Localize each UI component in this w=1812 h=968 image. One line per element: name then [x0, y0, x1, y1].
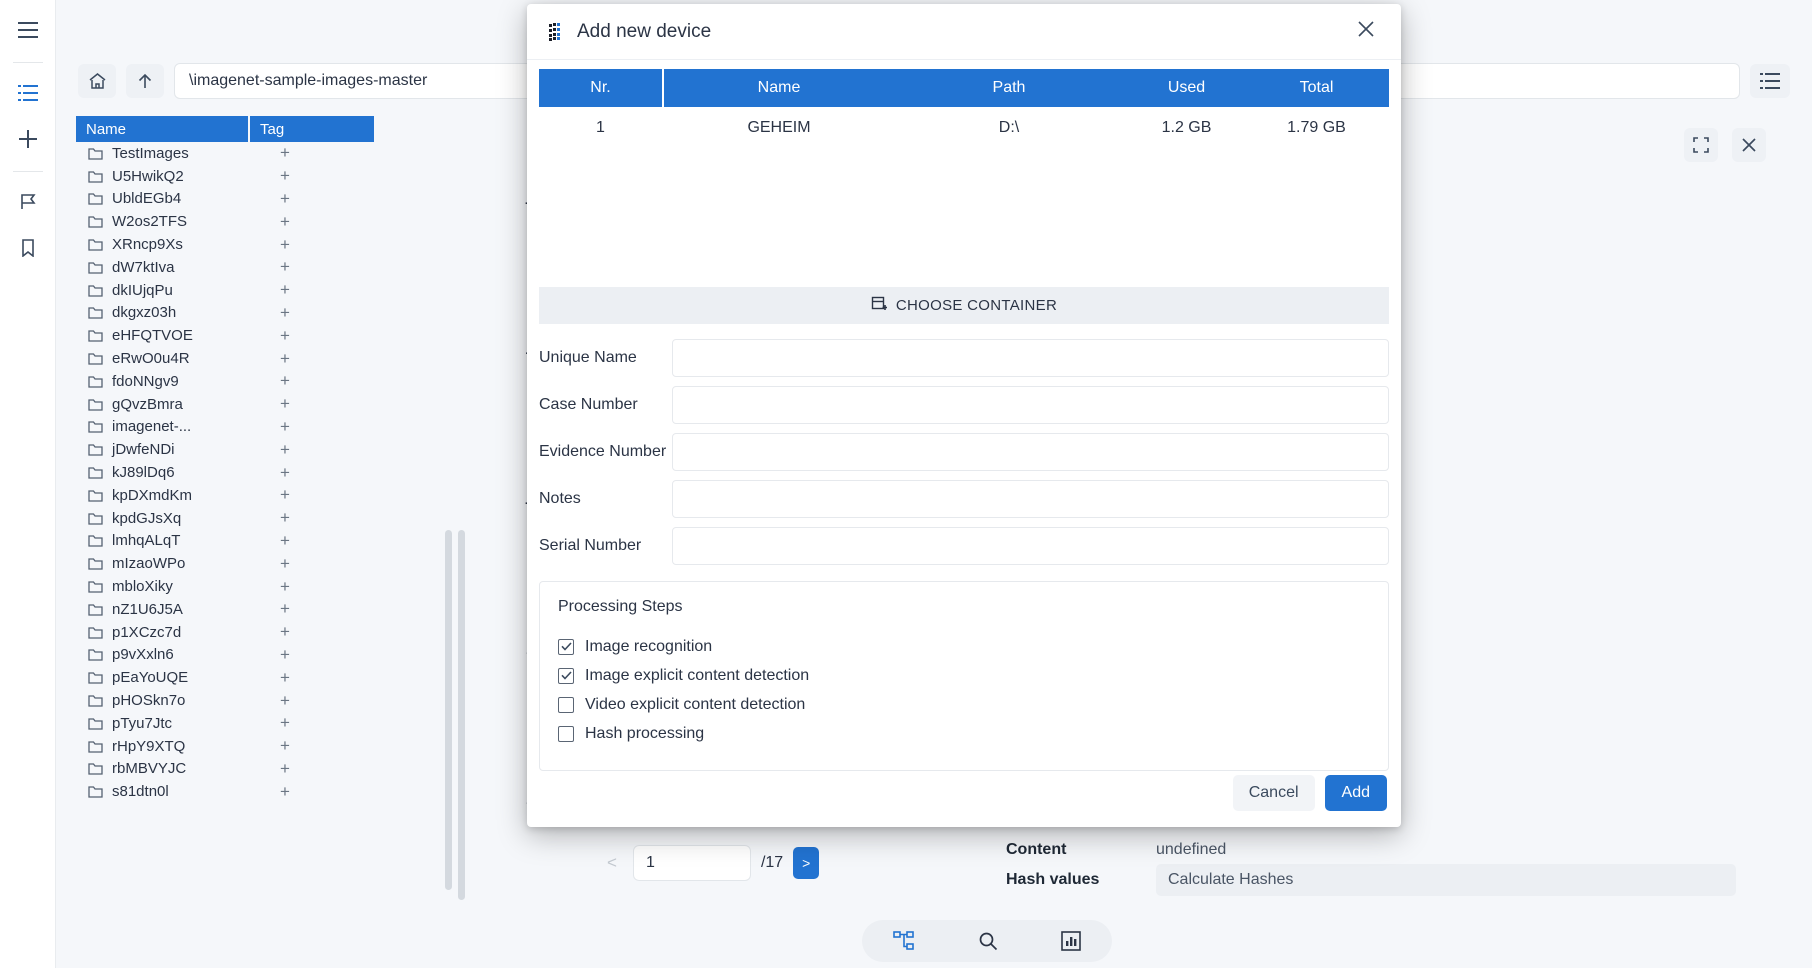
device-table-body: 1 GEHEIM D:\ 1.2 GB 1.79 GB [539, 107, 1389, 287]
dialog-title: Add new device [577, 20, 712, 42]
processing-steps-group: Processing Steps Image recognition Image … [539, 581, 1389, 771]
processing-step-label: Image explicit content detection [585, 666, 810, 684]
dialog-footer: Cancel Add [527, 775, 1401, 827]
device-form: Unique Name Case Number Evidence Number Not… [527, 324, 1401, 569]
processing-step[interactable]: Image recognition [558, 632, 1370, 661]
device-col-total: Total [1299, 79, 1334, 96]
checkbox-unchecked-icon[interactable] [558, 725, 574, 742]
device-path: D:\ [998, 119, 1020, 136]
device-table-header: Nr. Name Path Used Total [539, 69, 1389, 107]
evidence-number-input[interactable] [672, 432, 1389, 471]
processing-steps-title: Processing Steps [558, 598, 683, 615]
cancel-button[interactable]: Cancel [1232, 775, 1315, 811]
form-row: Serial Number [539, 522, 1389, 569]
serial-number-input[interactable] [672, 526, 1389, 565]
app-root: \imagenet-sample-images-master Name ⌄ Ta… [0, 0, 1812, 968]
close-icon[interactable] [1351, 14, 1381, 49]
checkbox-checked-icon[interactable] [558, 638, 574, 655]
choose-container-button[interactable]: CHOOSE CONTAINER [539, 287, 1389, 324]
app-logo-icon [547, 22, 565, 42]
device-col-used: Used [1167, 79, 1206, 96]
unique-name-input[interactable] [672, 338, 1389, 377]
checkbox-checked-icon[interactable] [558, 667, 574, 684]
notes-input[interactable] [672, 479, 1389, 518]
add-button[interactable]: Add [1324, 775, 1387, 811]
device-row[interactable]: 1 GEHEIM D:\ 1.2 GB 1.79 GB [539, 107, 1389, 149]
checkbox-unchecked-icon[interactable] [558, 696, 574, 713]
device-used: 1.2 GB [1161, 119, 1212, 136]
container-add-icon [871, 296, 888, 316]
processing-step[interactable]: Video explicit content detection [558, 690, 1370, 719]
processing-step-label: Video explicit content detection [585, 695, 806, 713]
device-nr: 1 [539, 107, 664, 149]
form-row: Notes [539, 475, 1389, 522]
unique-name-label: Unique Name [539, 348, 637, 366]
device-table: Nr. Name Path Used Total 1 GEHEIM D:\ 1.2 G… [539, 69, 1389, 287]
add-new-device-dialog: Add new device Nr. Name Path Used Total … [527, 4, 1401, 827]
device-total: 1.79 GB [1287, 119, 1346, 136]
processing-step-label: Hash processing [585, 724, 705, 742]
device-col-nr: Nr. [539, 69, 664, 107]
case-number-input[interactable] [672, 385, 1389, 424]
form-row: Case Number [539, 381, 1389, 428]
processing-step[interactable]: Hash processing [558, 719, 1370, 748]
serial-number-label: Serial Number [539, 536, 642, 554]
form-row: Unique Name [539, 334, 1389, 381]
device-col-path: Path [992, 79, 1026, 96]
device-name: GEHEIM [747, 119, 811, 136]
processing-steps-list: Image recognition Image explicit content … [558, 632, 1370, 748]
form-row: Evidence Number [539, 428, 1389, 475]
processing-step-label: Image recognition [585, 637, 713, 655]
evidence-number-label: Evidence Number [539, 442, 667, 460]
processing-step[interactable]: Image explicit content detection [558, 661, 1370, 690]
choose-container-label: CHOOSE CONTAINER [895, 297, 1058, 314]
notes-label: Notes [539, 489, 581, 507]
case-number-label: Case Number [539, 395, 638, 413]
device-col-name: Name [757, 79, 801, 96]
dialog-header: Add new device [527, 4, 1401, 60]
